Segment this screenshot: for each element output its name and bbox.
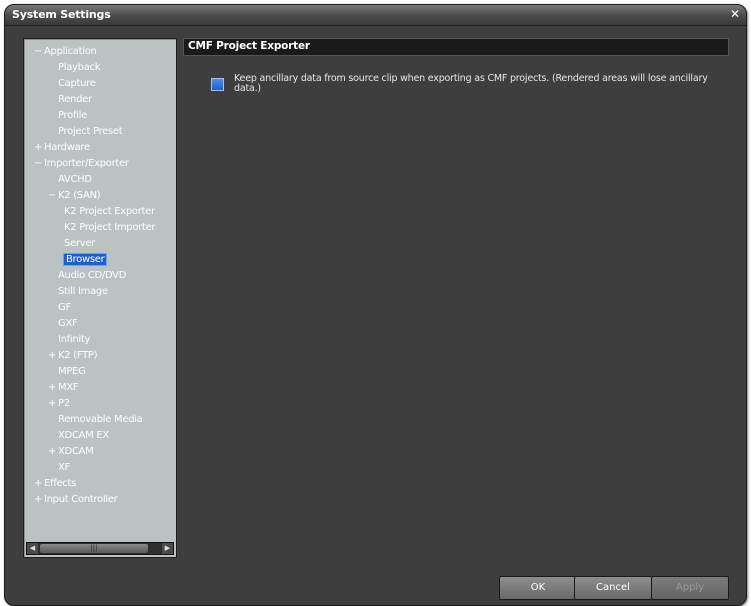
ok-button[interactable]: OK xyxy=(499,576,577,600)
tree-item-label: P2 xyxy=(58,398,70,409)
tree-item-label: Hardware xyxy=(44,142,90,153)
tree-item[interactable]: Still Image xyxy=(48,284,108,300)
tree-item[interactable]: XDCAM EX xyxy=(48,428,109,444)
tree-item-label: K2 (FTP) xyxy=(58,350,98,361)
tree-item-label: XF xyxy=(58,462,71,473)
tree-item[interactable]: Browser xyxy=(62,252,108,268)
title-bar: System Settings ✕ xyxy=(5,5,746,26)
system-settings-window: System Settings ✕ − Application Playback Ca… xyxy=(4,4,747,606)
tree-item-label: K2 Project Exporter xyxy=(64,206,155,217)
settings-tree: − Application Playback Capture Render Profile… xyxy=(24,44,176,534)
tree-item[interactable]: Capture xyxy=(48,76,96,92)
tree-item[interactable]: + XDCAM xyxy=(48,444,94,460)
tree-item[interactable]: + MXF xyxy=(48,380,79,396)
tree-item[interactable]: + P2 xyxy=(48,396,70,412)
tree-item[interactable]: + Hardware xyxy=(34,140,90,156)
tree-item-label: Input Controller xyxy=(44,494,118,505)
tree-item-label: Playback xyxy=(58,62,101,73)
tree-item-label: Browser xyxy=(62,253,108,266)
collapse-icon[interactable]: − xyxy=(34,156,44,172)
close-icon[interactable]: ✕ xyxy=(728,7,742,21)
section-header: CMF Project Exporter xyxy=(183,38,729,56)
scroll-right-icon[interactable]: ▶ xyxy=(162,543,173,554)
tree-item[interactable]: GF xyxy=(48,300,71,316)
tree-item[interactable]: − K2 (SAN) xyxy=(48,188,101,204)
tree-item[interactable]: Profile xyxy=(48,108,87,124)
tree-item-label: Infinity xyxy=(58,334,91,345)
expand-icon[interactable]: + xyxy=(48,396,58,412)
scrollbar-thumb[interactable]: ||| xyxy=(40,544,148,553)
tree-item[interactable]: Render xyxy=(48,92,92,108)
tree-item[interactable]: + Input Controller xyxy=(34,492,118,508)
tree-item[interactable]: Server xyxy=(64,236,95,252)
window-title: System Settings xyxy=(12,8,111,21)
expand-icon[interactable]: + xyxy=(34,476,44,492)
tree-item-label: Profile xyxy=(58,110,87,121)
scroll-grip-icon: ||| xyxy=(90,544,98,552)
tree-item[interactable]: AVCHD xyxy=(48,172,92,188)
tree-item[interactable]: XF xyxy=(48,460,70,476)
tree-item-label: Removable Media xyxy=(58,414,143,425)
tree-item-label: K2 (SAN) xyxy=(58,190,101,201)
scroll-left-icon[interactable]: ◀ xyxy=(27,543,38,554)
tree-item-label: MXF xyxy=(58,382,79,393)
tree-item[interactable]: − Importer/Exporter xyxy=(34,156,129,172)
collapse-icon[interactable]: − xyxy=(34,44,44,60)
apply-button[interactable]: Apply xyxy=(651,576,729,600)
tree-item-label: XDCAM EX xyxy=(58,430,109,441)
tree-item-label: GXF xyxy=(58,318,78,329)
settings-tree-panel: − Application Playback Capture Render Profile… xyxy=(23,38,177,558)
expand-icon[interactable]: + xyxy=(48,444,58,460)
tree-item-label: Application xyxy=(44,46,97,57)
tree-item[interactable]: + Effects xyxy=(34,476,76,492)
tree-item-label: Still Image xyxy=(58,286,108,297)
tree-item-label: AVCHD xyxy=(58,174,92,185)
tree-item-label: XDCAM xyxy=(58,446,94,457)
tree-item-label: Server xyxy=(64,238,95,249)
keep-ancillary-data-checkbox[interactable] xyxy=(211,78,224,91)
tree-item[interactable]: + K2 (FTP) xyxy=(48,348,98,364)
keep-ancillary-data-label: Keep ancillary data from source clip whe… xyxy=(234,73,708,94)
tree-item-label: Render xyxy=(58,94,92,105)
tree-item[interactable]: GXF xyxy=(48,316,78,332)
tree-item[interactable]: Removable Media xyxy=(48,412,143,428)
tree-item[interactable]: K2 Project Importer xyxy=(64,220,156,236)
expand-icon[interactable]: + xyxy=(34,140,44,156)
section-title: CMF Project Exporter xyxy=(188,40,310,52)
tree-item[interactable]: Playback xyxy=(48,60,101,76)
tree-item-label: Capture xyxy=(58,78,96,89)
collapse-icon[interactable]: − xyxy=(48,188,58,204)
tree-item[interactable]: Audio CD/DVD xyxy=(48,268,126,284)
expand-icon[interactable]: + xyxy=(48,380,58,396)
tree-item-label: MPEG xyxy=(58,366,86,377)
settings-content-panel: CMF Project Exporter Keep ancillary data… xyxy=(183,38,729,508)
tree-item-label: GF xyxy=(58,302,71,313)
tree-item[interactable]: MPEG xyxy=(48,364,86,380)
tree-item[interactable]: Project Preset xyxy=(48,124,123,140)
horizontal-scrollbar[interactable]: ◀ ||| ▶ xyxy=(26,542,174,555)
expand-icon[interactable]: + xyxy=(48,348,58,364)
cancel-button[interactable]: Cancel xyxy=(574,576,652,600)
tree-item[interactable]: Infinity xyxy=(48,332,90,348)
tree-item-label: Audio CD/DVD xyxy=(58,270,127,281)
tree-item-label: Importer/Exporter xyxy=(44,158,129,169)
tree-item[interactable]: − Application xyxy=(34,44,97,60)
tree-item[interactable]: K2 Project Exporter xyxy=(64,204,155,220)
tree-item-label: Project Preset xyxy=(58,126,123,137)
expand-icon[interactable]: + xyxy=(34,492,44,508)
tree-item-label: Effects xyxy=(44,478,77,489)
tree-item-label: K2 Project Importer xyxy=(64,222,156,233)
